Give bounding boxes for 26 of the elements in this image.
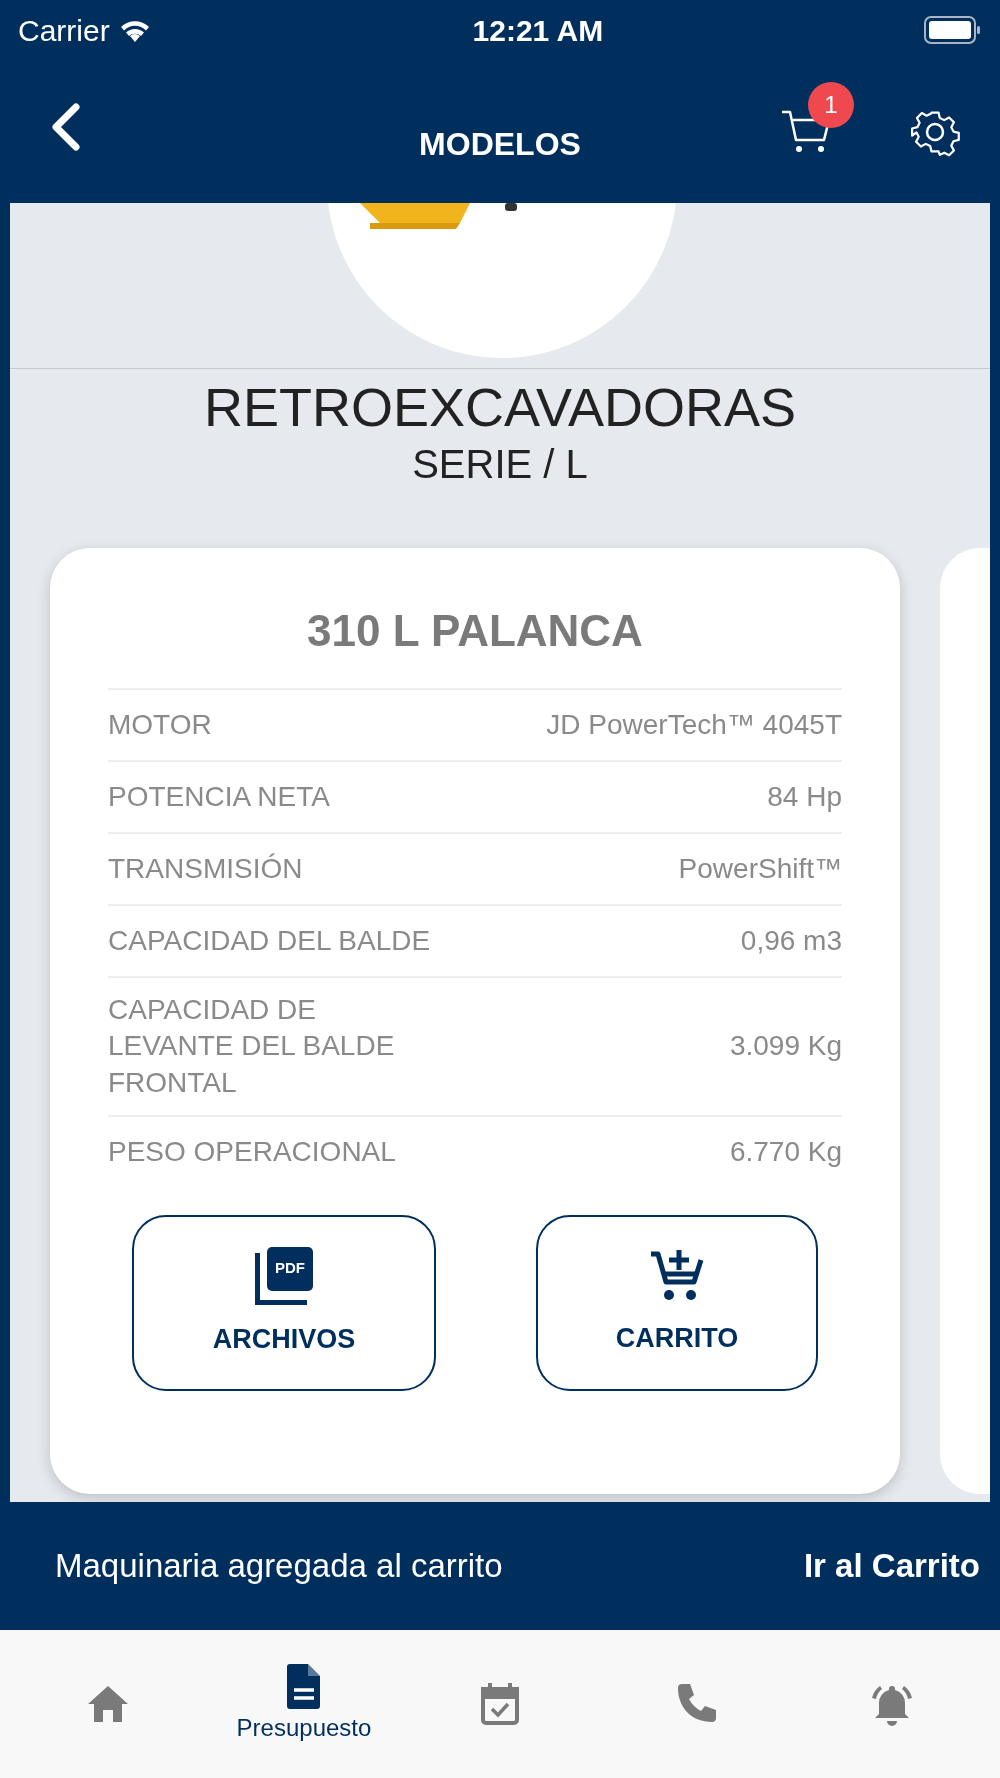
spec-value: JD PowerTech™ 4045T bbox=[546, 707, 842, 742]
model-title: 310 L PALANCA bbox=[306, 604, 644, 657]
back-icon[interactable] bbox=[50, 102, 82, 151]
spec-label: PESO OPERACIONAL bbox=[108, 1134, 396, 1169]
cart-count-badge: 1 bbox=[808, 81, 854, 128]
spec-label: MOTOR bbox=[108, 707, 212, 742]
action-button[interactable]: CARRITO bbox=[536, 1214, 818, 1391]
spec-value: 3.099 Kg bbox=[729, 1029, 842, 1064]
category-title: RETROEXCAVADORAS bbox=[202, 376, 798, 439]
spec-label: CAPACIDAD DEL BALDE bbox=[108, 923, 431, 958]
clock: 12:21 AM bbox=[472, 12, 604, 49]
battery-icon bbox=[924, 15, 982, 45]
spec-value: PowerShift™ bbox=[678, 851, 842, 886]
spec-label: POTENCIA NETA bbox=[108, 779, 330, 814]
spec-value: 0,96 m3 bbox=[740, 923, 842, 958]
snackbar-message: Maquinaria agregada al carrito bbox=[55, 1546, 503, 1587]
go-to-cart-link[interactable]: Ir al Carrito bbox=[803, 1541, 980, 1591]
tab-item[interactable]: Presupuesto bbox=[224, 1661, 384, 1747]
spec-label: CAPACIDAD DE LEVANTE DEL BALDE FRONTAL bbox=[108, 992, 396, 1100]
series-subtitle: SERIE / L bbox=[411, 440, 589, 488]
carrier-name: Carrier bbox=[18, 12, 110, 49]
spec-label: TRANSMISIÓN bbox=[108, 851, 303, 886]
spec-value: 6.770 Kg bbox=[729, 1134, 842, 1169]
action-button[interactable]: PDF ARCHIVOS bbox=[132, 1214, 436, 1391]
page-title: MODELOS bbox=[419, 125, 581, 164]
spec-value: 84 Hp bbox=[767, 779, 842, 814]
